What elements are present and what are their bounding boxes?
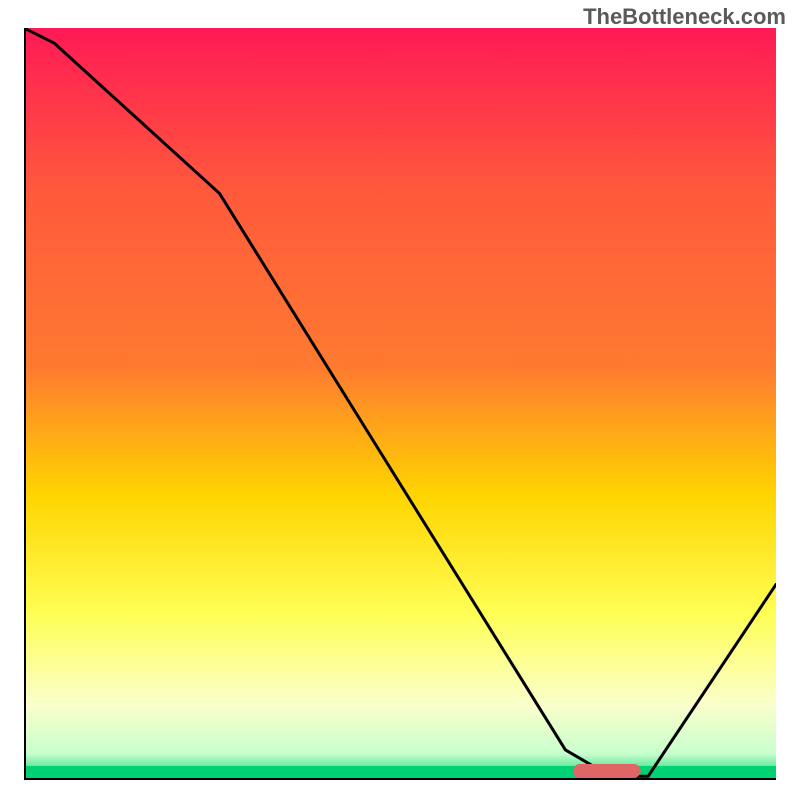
optimal-range-marker <box>573 764 641 778</box>
chart-svg <box>24 28 776 780</box>
chart-background <box>24 28 776 780</box>
watermark-text: TheBottleneck.com <box>583 4 786 30</box>
chart-plot-area <box>24 28 776 780</box>
chart-baseline-strip <box>24 766 776 780</box>
